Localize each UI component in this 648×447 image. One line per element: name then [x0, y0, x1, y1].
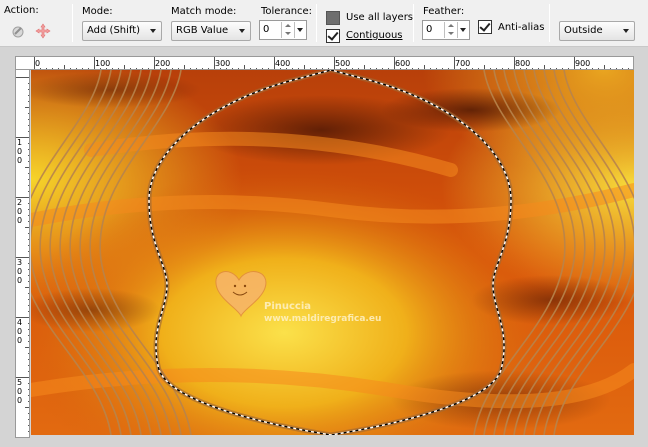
feather-label: Feather: [423, 6, 465, 17]
anti-alias-mode-dropdown[interactable]: Outside [559, 21, 635, 41]
feather-dropdown-button[interactable] [457, 22, 468, 38]
ruler-v-label: 0 [17, 396, 22, 405]
tolerance-dropdown-button[interactable] [294, 22, 305, 38]
ruler-v-label: 5 [17, 378, 22, 387]
watermark-url: www.maldiregrafica.eu [264, 314, 381, 324]
ruler-v-label: 0 [17, 336, 22, 345]
action-label: Action: [4, 5, 39, 16]
ruler-h-label: 400 [275, 59, 290, 68]
watermark-name: Pinuccia [264, 301, 311, 312]
ruler-h-label: 500 [335, 59, 350, 68]
separator [316, 4, 317, 42]
chevron-down-icon [448, 32, 454, 35]
chevron-down-icon [239, 29, 245, 33]
match-mode-dropdown[interactable]: RGB Value [171, 21, 251, 41]
vertical-ruler-ticks: 1 0 0 2 0 0 3 0 0 4 0 0 5 0 0 [16, 77, 29, 432]
chevron-down-icon [460, 28, 466, 32]
move-cross-icon[interactable] [34, 22, 52, 40]
vertical-ruler: 1 0 0 2 0 0 3 0 0 4 0 0 5 0 0 [15, 70, 30, 438]
ruler-v-label: 0 [17, 156, 22, 165]
mode-value: Add (Shift) [87, 25, 141, 36]
ruler-h-label: 700 [455, 59, 470, 68]
use-all-layers-checkbox[interactable] [326, 11, 340, 25]
ruler-v-label: 4 [17, 318, 22, 327]
feather-spinbox[interactable]: 0 [422, 20, 470, 40]
ruler-h-label: 200 [155, 59, 170, 68]
ruler-v-label: 0 [17, 267, 22, 276]
contiguous-label: Contiguous [346, 30, 403, 41]
separator [413, 4, 414, 42]
ruler-v-label: 0 [17, 207, 22, 216]
horizontal-ruler-ticks: 0 100 200 300 400 500 600 700 800 900 [34, 57, 629, 69]
separator [72, 4, 73, 42]
tolerance-spinbox[interactable]: 0 [259, 20, 307, 40]
anti-alias-mode-value: Outside [564, 25, 603, 36]
chevron-up-icon [285, 24, 291, 27]
use-all-layers-label: Use all layers [346, 12, 414, 23]
image-canvas[interactable]: Pinuccia www.maldiregrafica.eu [31, 70, 634, 435]
ruler-v-label: 0 [17, 147, 22, 156]
match-mode-label: Match mode: [171, 6, 237, 17]
ruler-h-label: 100 [95, 59, 110, 68]
canvas-artwork: Pinuccia www.maldiregrafica.eu [31, 70, 634, 435]
ruler-h-label: 900 [575, 59, 590, 68]
image-workspace: 0 100 200 300 400 500 600 700 800 900 1 … [0, 47, 648, 447]
chevron-up-icon [448, 24, 454, 27]
tolerance-label: Tolerance: [261, 6, 313, 17]
ruler-v-label: 0 [17, 276, 22, 285]
ruler-h-label: 300 [215, 59, 230, 68]
tool-options-bar: Action: Mode: Add (Shift) Match mode: RG… [0, 0, 648, 47]
chevron-down-icon [150, 29, 156, 33]
feather-value: 0 [426, 24, 433, 35]
ruler-v-label: 0 [17, 387, 22, 396]
separator [549, 4, 550, 42]
chevron-down-icon [297, 28, 303, 32]
horizontal-ruler: 0 100 200 300 400 500 600 700 800 900 [15, 56, 634, 70]
ruler-h-label: 0 [35, 59, 40, 68]
chevron-down-icon [623, 29, 629, 33]
tolerance-stepper[interactable] [281, 22, 293, 38]
chevron-down-icon [285, 32, 291, 35]
ruler-v-label: 0 [17, 216, 22, 225]
ruler-h-label: 600 [395, 59, 410, 68]
anti-alias-label: Anti-alias [498, 22, 545, 33]
mode-dropdown[interactable]: Add (Shift) [82, 21, 162, 41]
tolerance-value: 0 [263, 24, 270, 35]
ruler-v-label: 1 [17, 138, 22, 147]
match-mode-value: RGB Value [176, 25, 229, 36]
magic-wand-icon-glyph [12, 26, 24, 38]
anti-alias-checkbox[interactable] [478, 20, 492, 34]
feather-stepper[interactable] [444, 22, 456, 38]
move-cross-icon-glyph [35, 23, 51, 39]
contiguous-checkbox[interactable] [326, 29, 340, 43]
magic-wand-icon[interactable] [9, 22, 27, 40]
mode-label: Mode: [82, 6, 113, 17]
ruler-v-label: 0 [17, 327, 22, 336]
ruler-v-label: 3 [17, 258, 22, 267]
ruler-v-label: 2 [17, 198, 22, 207]
ruler-h-label: 800 [515, 59, 530, 68]
